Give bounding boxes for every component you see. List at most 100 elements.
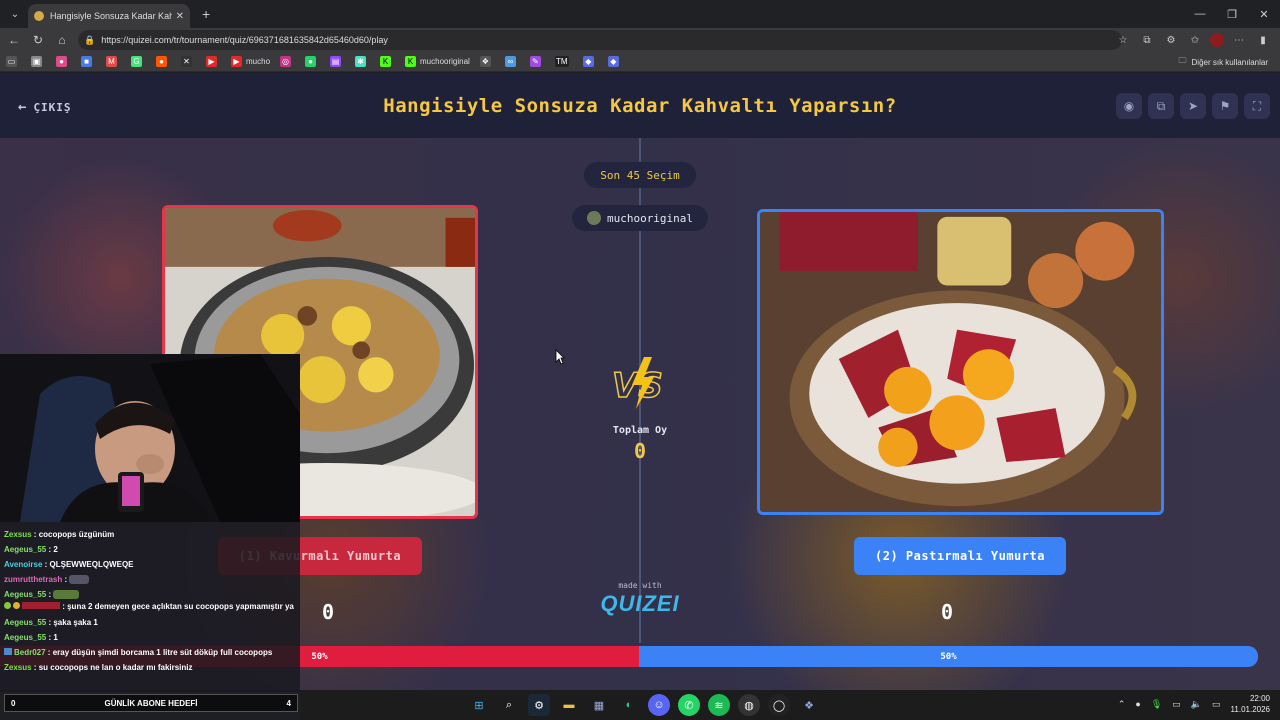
clock-date: 11.01.2026 <box>1230 705 1270 714</box>
tab-title: Hangisiyle Sonsuza Kadar Kahvaltı <box>50 11 172 21</box>
reload-icon[interactable]: ↻ <box>26 28 50 52</box>
windows-start-icon[interactable]: ⊞ <box>468 694 490 716</box>
badge-icon <box>4 648 12 655</box>
chat-message: Bedr027 : eray düşün şimdi borcama 1 lit… <box>4 645 296 660</box>
fullscreen-icon[interactable]: ⛶ <box>1244 93 1270 119</box>
quizei-logo[interactable]: QUIZEI <box>592 591 688 617</box>
browser-tab[interactable]: Hangisiyle Sonsuza Kadar Kahvaltı ✕ <box>28 4 190 28</box>
copy-icon[interactable]: ⧉ <box>1148 93 1174 119</box>
bookmark-item[interactable]: ◆ <box>582 56 598 67</box>
profile-avatar[interactable] <box>1210 33 1224 47</box>
bookmark-item[interactable]: TM <box>554 56 573 67</box>
close-window-icon[interactable]: ✕ <box>1248 0 1280 28</box>
sidebar-icon[interactable]: ▮ <box>1254 31 1272 49</box>
bookmark-item[interactable]: ▭ <box>6 56 21 67</box>
bookmark-item[interactable]: ∞ <box>504 56 520 67</box>
right-percent-bar: 50% <box>639 646 1258 667</box>
network-icon[interactable]: ▭ <box>1172 699 1181 710</box>
chat-message: Avenoirse : QLŞEWWEQLQWEQE <box>4 560 134 569</box>
chat-message: Zexsus : su cocopops ne lan o kadar mı f… <box>4 663 193 672</box>
webcam-image <box>0 354 300 522</box>
bookmark-item[interactable]: ▣ <box>31 56 46 67</box>
bookmark-item[interactable]: K <box>380 56 395 67</box>
mouse-cursor-icon <box>555 349 565 365</box>
favorite-star-icon[interactable]: ☆ <box>1114 31 1132 49</box>
minimize-icon[interactable]: — <box>1184 0 1216 28</box>
right-vote-count: 0 <box>941 600 954 624</box>
bookmark-item[interactable]: ● <box>156 56 171 67</box>
other-bookmarks-label: Diğer sık kullanılanlar <box>1191 57 1268 67</box>
home-icon[interactable]: ⌂ <box>50 28 74 52</box>
windows-taskbar: ⊞ ⌕ ⚙ ▬ ▦ ◐ ☺ ✆ ≋ ◍ ◯ ❖ ⌃ ● 🎙 ▭ 🔈 ▭ 22:0… <box>300 690 1280 720</box>
chat-message: Aegeus_55 : <box>4 587 296 602</box>
eye-icon[interactable]: ◉ <box>1116 93 1142 119</box>
bookmark-item[interactable]: ✎ <box>529 56 545 67</box>
right-percent-label: 50% <box>940 651 957 662</box>
option-right-button[interactable]: (2) Pastırmalı Yumurta <box>854 537 1066 575</box>
bookmark-item[interactable]: M <box>106 56 121 67</box>
bookmark-item[interactable]: ✕ <box>181 56 196 67</box>
send-icon[interactable]: ➤ <box>1180 93 1206 119</box>
other-bookmarks[interactable]: 🗀 Diğer sık kullanılanlar <box>1179 52 1268 72</box>
favorites-icon[interactable]: ✩ <box>1186 31 1204 49</box>
lock-icon: 🔒 <box>84 34 96 45</box>
bookmark-kick-muchooriginal[interactable]: Kmuchooriginal <box>405 56 470 67</box>
extensions-icon[interactable]: ⧉ <box>1138 31 1156 49</box>
url-field[interactable]: 🔒 https://quizei.com/tr/tournament/quiz/… <box>78 30 1122 50</box>
svg-text:VS: VS <box>612 366 663 406</box>
bookmark-item[interactable]: ◆ <box>607 56 623 67</box>
tab-list-icon[interactable]: ⌄ <box>2 3 28 25</box>
pastirmali-yumurta-image <box>760 212 1161 512</box>
file-explorer-icon[interactable]: ▬ <box>558 694 580 716</box>
bookmark-item[interactable]: ● <box>56 56 71 67</box>
flag-icon[interactable]: ⚑ <box>1212 93 1238 119</box>
bookmark-item[interactable]: ◎ <box>280 56 295 67</box>
bookmark-item[interactable]: G <box>131 56 146 67</box>
header-actions: ◉ ⧉ ➤ ⚑ ⛶ <box>1116 93 1270 119</box>
bookmark-item[interactable]: ▶ <box>206 56 221 67</box>
discord-icon[interactable]: ☺ <box>648 694 670 716</box>
split-screen-icon[interactable]: ⚙ <box>1162 31 1180 49</box>
bookmark-youtube-mucho[interactable]: ▶ mucho <box>231 56 270 67</box>
search-icon[interactable]: ⌕ <box>498 694 520 716</box>
page-title: Hangisiyle Sonsuza Kadar Kahvaltı Yapars… <box>383 95 897 117</box>
redacted-username <box>22 602 60 609</box>
spotify-icon[interactable]: ≋ <box>708 694 730 716</box>
system-tray: ⌃ ● 🎙 ▭ 🔈 ▭ 22:00 11.01.2026 <box>1118 693 1270 715</box>
tray-app-icon[interactable]: ● <box>1135 699 1140 709</box>
more-menu-icon[interactable]: ⋯ <box>1230 31 1248 49</box>
steam-icon[interactable]: ⚙ <box>528 694 550 716</box>
edge-browser-icon[interactable]: ◐ <box>618 694 640 716</box>
bookmark-item[interactable]: ● <box>305 56 320 67</box>
bookmark-item[interactable]: ■ <box>81 56 96 67</box>
app-icon[interactable]: ❖ <box>798 694 820 716</box>
close-tab-icon[interactable]: ✕ <box>176 11 184 22</box>
chevron-up-icon[interactable]: ⌃ <box>1118 699 1126 710</box>
battery-icon[interactable]: ▭ <box>1212 699 1221 710</box>
made-with-label: made with <box>618 581 662 590</box>
avatar <box>586 211 601 225</box>
restore-icon[interactable]: ❐ <box>1216 0 1248 28</box>
clock-time: 22:00 <box>1249 694 1270 703</box>
streamer-name: muchooriginal <box>606 211 694 225</box>
obs-icon[interactable]: ◍ <box>738 694 760 716</box>
bookmark-item[interactable]: ❖ <box>479 56 495 67</box>
new-tab-icon[interactable]: + <box>202 6 210 22</box>
app-icon[interactable]: ◯ <box>768 694 790 716</box>
subscriber-goal-bar: 0 GÜNLİK ABONE HEDEFİ 4 <box>4 694 298 712</box>
system-clock[interactable]: 22:00 11.01.2026 <box>1231 693 1270 715</box>
chat-message: Aegeus_55 : şaka şaka 1 <box>4 618 98 627</box>
bookmark-item[interactable]: ▤ <box>330 56 345 67</box>
last-choices-badge: Son 45 Seçim <box>584 162 696 188</box>
whatsapp-icon[interactable]: ✆ <box>678 694 700 716</box>
webcam-overlay <box>0 354 300 522</box>
store-icon[interactable]: ▦ <box>588 694 610 716</box>
bookmark-item[interactable]: ✱ <box>355 56 370 67</box>
option-right-image[interactable] <box>757 209 1164 515</box>
url-text: https://quizei.com/tr/tournament/quiz/69… <box>101 35 388 45</box>
microphone-icon[interactable]: 🎙 <box>1151 699 1162 710</box>
back-icon[interactable]: ← <box>2 28 26 52</box>
left-percent-label: 50% <box>311 651 328 662</box>
left-vote-count: 0 <box>322 600 335 624</box>
volume-icon[interactable]: 🔈 <box>1191 699 1202 710</box>
